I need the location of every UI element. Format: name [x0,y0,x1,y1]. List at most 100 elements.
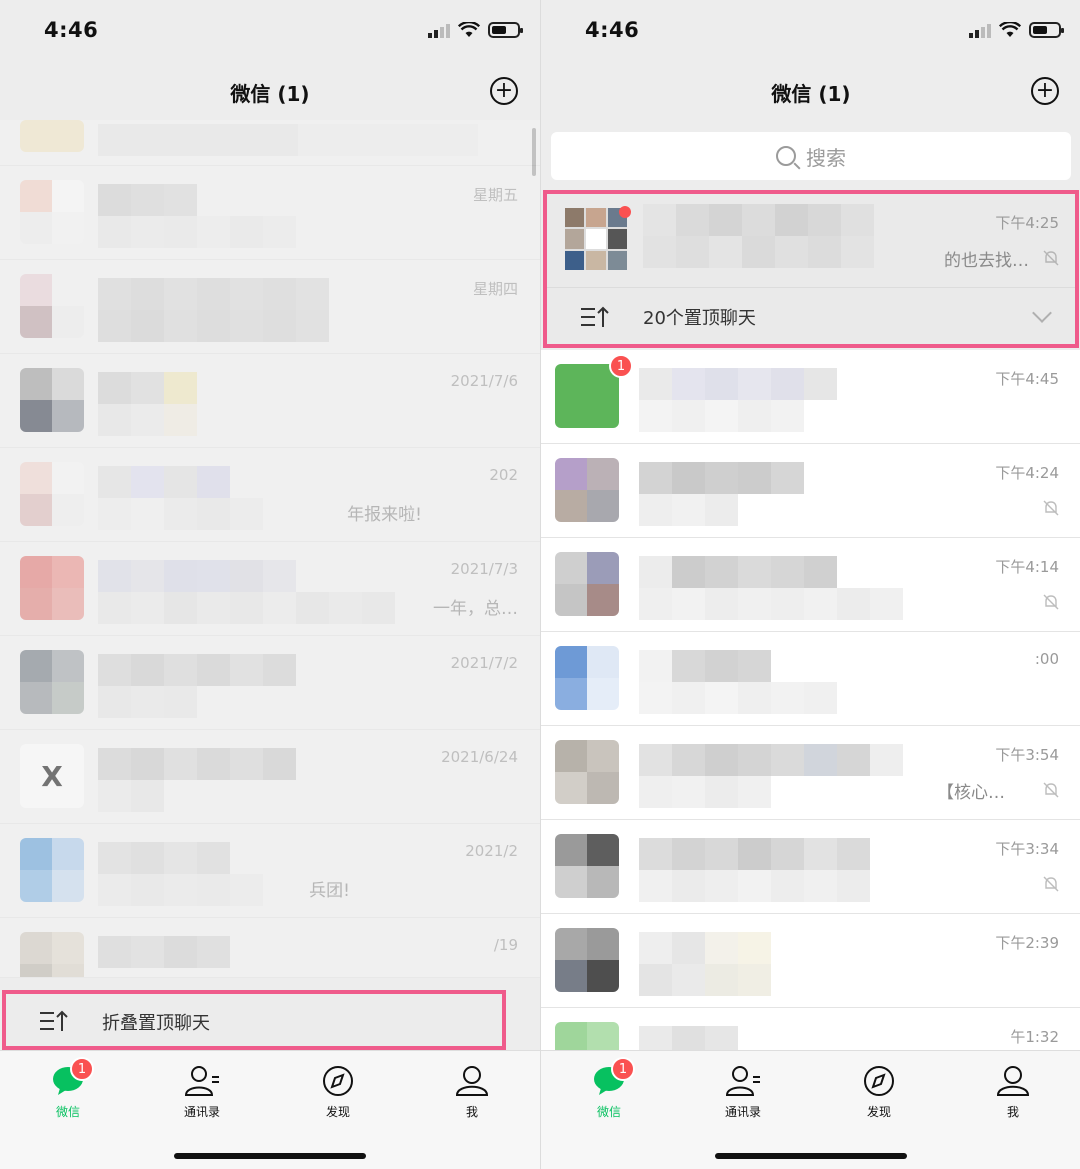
unread-badge: 1 [609,354,633,378]
pinned-chats-section: 下午4:25 的也去找… 20个置顶聊天 [543,190,1079,348]
tab-contacts[interactable]: 通讯录 [162,1065,242,1120]
chat-row[interactable]: 午1:32 [541,1008,1080,1056]
blurred-message [639,964,771,996]
blurred-message [98,780,164,812]
chat-time: 下午4:24 [995,464,1059,482]
left-phone-screen: 4:46 微信 (1) + 星期五 星期四 2021/7/6 202 年报来啦!… [0,0,540,1169]
avatar: X [20,744,84,808]
add-icon[interactable]: + [490,77,518,105]
mute-icon [1043,782,1059,798]
tab-me[interactable]: 我 [432,1065,512,1120]
pinned-count-label: 20个置顶聊天 [643,308,756,329]
chat-time: 下午2:39 [995,934,1059,952]
chat-row[interactable]: 下午4:24 [541,444,1080,538]
avatar [555,646,619,710]
expand-pinned-chats-button[interactable]: 20个置顶聊天 [547,288,1075,344]
chat-time: 午1:32 [1010,1028,1059,1046]
chat-row[interactable]: 下午4:14 [541,538,1080,632]
blurred-name [98,936,230,968]
chat-row[interactable]: /19 [0,918,540,978]
chat-list: 星期五 星期四 2021/7/6 202 年报来啦! 2021/7/3 一年，总 [0,120,540,978]
nav-bar: 微信 (1) + [0,64,540,120]
fold-pinned-icon [40,1010,68,1031]
avatar [555,364,619,428]
blurred-name [98,560,296,592]
chat-time: 下午4:14 [995,558,1059,576]
blurred-name [98,372,197,404]
tab-bar: 1 微信 通讯录 发现 我 [0,1050,540,1169]
right-phone-screen: 4:46 微信 (1) + 搜索 下午4:25 的也去找… 20个置顶聊天 1 … [540,0,1080,1169]
avatar [20,838,84,902]
blurred-message [639,494,738,526]
chat-row[interactable]: 2021/7/2 [0,636,540,730]
chat-row[interactable]: 下午3:54 【核心… [541,726,1080,820]
tab-wechat[interactable]: 1 微信 [28,1057,108,1120]
mute-icon [1043,250,1059,266]
blurred-name [98,184,197,216]
unread-badge: 1 [70,1057,94,1081]
avatar [20,120,84,152]
tab-discover[interactable]: 发现 [839,1065,919,1120]
signal-icon [428,22,450,38]
pinned-chat-row[interactable]: 下午4:25 的也去找… [547,194,1075,288]
blurred-message [98,498,263,530]
blurred-name [639,368,837,400]
chat-row[interactable] [0,120,540,166]
profile-icon [455,1066,489,1096]
chat-preview: 兵团! [309,881,350,901]
chat-row[interactable]: 下午2:39 [541,914,1080,1008]
chat-row[interactable]: 2021/2 兵团! [0,824,540,918]
chat-row[interactable]: 星期五 [0,166,540,260]
tab-label: 通讯录 [724,1105,761,1119]
blurred-name [98,654,296,686]
chat-preview: 【核心… [937,783,1005,803]
chat-row[interactable]: X 2021/6/24 [0,730,540,824]
blurred-name [639,462,804,494]
tab-label: 微信 [55,1105,80,1119]
chat-row[interactable]: 2021/7/3 一年，总… [0,542,540,636]
tab-contacts[interactable]: 通讯录 [703,1065,783,1120]
chat-row[interactable]: :00 [541,632,1080,726]
chat-time: 星期五 [472,186,518,204]
blurred-name [639,932,771,964]
chevron-down-icon [1032,303,1052,323]
chat-row[interactable]: 202 年报来啦! [0,448,540,542]
avatar [555,552,619,616]
collapse-pinned-chats-button[interactable]: 折叠置顶聊天 [2,990,506,1050]
status-icons [428,22,523,38]
chat-row[interactable]: 星期四 [0,260,540,354]
avatar [555,740,619,804]
tab-wechat[interactable]: 1 微信 [569,1057,649,1120]
fold-pinned-icon [581,306,609,327]
page-title: 微信 (1) [771,82,851,106]
chat-row[interactable]: 2021/7/6 [0,354,540,448]
chat-time: 2021/7/2 [450,654,518,672]
chat-time: 202 [489,466,518,484]
battery-icon [1029,22,1064,38]
chat-row[interactable]: 1 下午4:45 [541,350,1080,444]
profile-icon [996,1066,1030,1096]
collapse-label: 折叠置顶聊天 [102,1013,210,1034]
tab-discover[interactable]: 发现 [298,1065,378,1120]
avatar [20,368,84,432]
search-placeholder: 搜索 [806,145,846,170]
status-bar: 4:46 [541,0,1080,64]
avatar [20,556,84,620]
status-icons [969,22,1064,38]
avatar [20,650,84,714]
search-icon [776,146,796,166]
blurred-name [643,204,874,236]
contacts-icon [725,1066,760,1096]
chat-time: :00 [1034,650,1059,668]
chat-time: 2021/2 [465,842,518,860]
chat-row[interactable]: 下午3:34 [541,820,1080,914]
home-indicator [715,1153,907,1159]
blurred-name [98,124,478,156]
chat-list: 1 下午4:45 下午4:24 下午4:14 :00 下午3:54 【核心… 下… [541,350,1080,1056]
add-icon[interactable]: + [1031,77,1059,105]
search-input[interactable]: 搜索 [551,132,1071,180]
blurred-name [639,838,870,870]
tab-me[interactable]: 我 [973,1065,1053,1120]
blurred-name [639,650,771,682]
chat-time: 2021/6/24 [441,748,518,766]
